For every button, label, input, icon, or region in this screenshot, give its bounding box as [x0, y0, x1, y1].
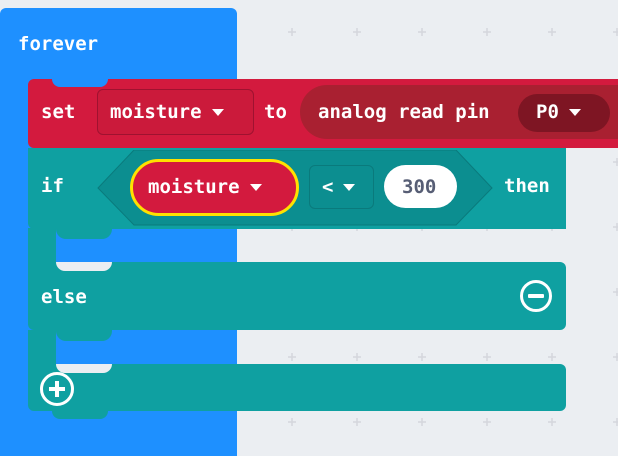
else-keyword: else [41, 286, 87, 308]
then-keyword: then [504, 175, 550, 197]
chevron-down-icon [249, 184, 262, 191]
pin-dropdown-label: P0 [536, 103, 581, 122]
forever-label: forever [18, 33, 99, 55]
set-keyword: set [41, 101, 76, 123]
variable-dropdown-label: moisture [110, 103, 224, 122]
condition-variable-label: moisture [148, 178, 262, 197]
operator-dropdown-label: < [322, 178, 356, 197]
else-branch-body [28, 330, 56, 366]
chevron-down-icon [568, 109, 581, 116]
if-block-bottom-notch [52, 411, 108, 419]
analog-read-pin-label: analog read pin [318, 101, 490, 123]
if-keyword: if [41, 175, 64, 197]
footer-slot-notch [56, 364, 112, 373]
to-keyword: to [264, 101, 287, 123]
else-branch-notch [56, 330, 112, 341]
if-block-footer[interactable] [28, 364, 566, 411]
if-branch-body [28, 228, 56, 266]
chevron-down-icon [211, 109, 224, 116]
chevron-down-icon [343, 184, 356, 191]
if-branch-notch [56, 228, 112, 239]
minus-circle-icon[interactable] [520, 280, 552, 312]
else-slot-notch [56, 262, 112, 271]
number-input-value: 300 [402, 176, 437, 198]
else-section[interactable] [28, 262, 566, 330]
set-block-notch [52, 79, 108, 87]
plus-circle-icon[interactable] [40, 372, 74, 406]
